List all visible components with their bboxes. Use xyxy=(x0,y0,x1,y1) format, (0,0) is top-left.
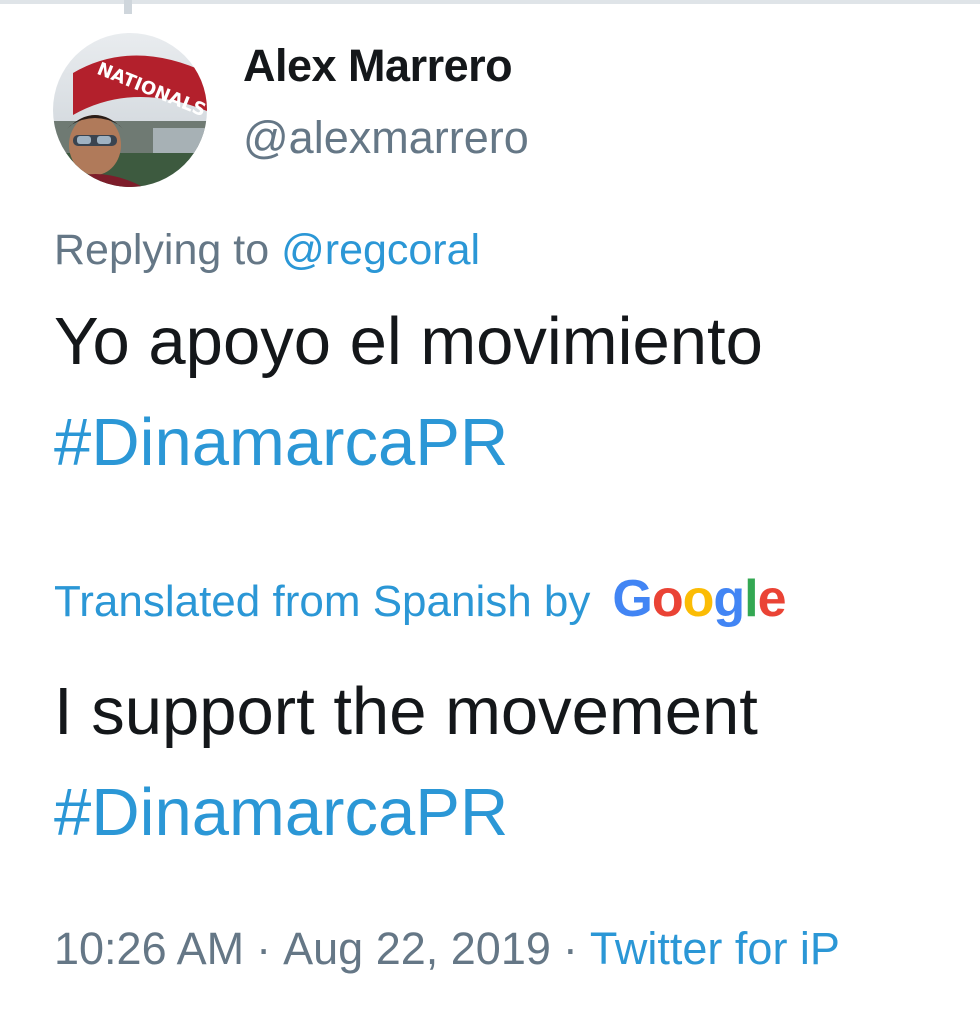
author-display-name[interactable]: Alex Marrero xyxy=(243,40,513,92)
translated-text-line: I support the movement xyxy=(54,674,758,749)
tweet-card: NATIONALS Alex Marrero @alexmarrero Repl… xyxy=(0,0,980,1022)
meta-separator: · xyxy=(256,923,272,974)
tweet-original-text: Yo apoyo el movimiento #DinamarcaPR xyxy=(54,291,763,493)
avatar-photo: NATIONALS xyxy=(53,33,207,187)
google-logo-letter: l xyxy=(744,570,758,628)
avatar[interactable]: NATIONALS xyxy=(53,33,207,187)
thread-connector xyxy=(124,0,132,14)
translated-hashtag-link[interactable]: #DinamarcaPR xyxy=(54,762,758,863)
google-logo-letter: o xyxy=(682,570,715,628)
tweet-time[interactable]: 10:26 AM xyxy=(54,923,244,974)
tweet-date[interactable]: Aug 22, 2019 xyxy=(283,923,551,974)
translation-attribution: Translated from Spanish by Google xyxy=(54,569,787,632)
tweet-source-link[interactable]: Twitter for iP xyxy=(590,923,840,974)
google-logo: Google xyxy=(612,569,787,629)
tweet-translated-text: I support the movement #DinamarcaPR xyxy=(54,661,758,863)
google-logo-letter: e xyxy=(757,570,787,628)
google-logo-letter: G xyxy=(612,570,652,628)
google-logo-letter: g xyxy=(713,570,745,628)
author-handle[interactable]: @alexmarrero xyxy=(243,112,529,164)
original-hashtag-link[interactable]: #DinamarcaPR xyxy=(54,392,763,493)
top-divider xyxy=(0,0,980,4)
original-text-line: Yo apoyo el movimiento xyxy=(54,304,763,379)
tweet-meta: 10:26 AM · Aug 22, 2019 · Twitter for iP xyxy=(54,923,840,975)
reply-mention-link[interactable]: @regcoral xyxy=(281,226,480,274)
meta-separator: · xyxy=(562,923,578,974)
translation-label: Translated from Spanish by xyxy=(54,577,591,626)
google-logo-letter: o xyxy=(651,570,684,628)
replying-to-label: Replying to xyxy=(54,226,270,274)
replying-to: Replying to @regcoral xyxy=(54,226,480,275)
